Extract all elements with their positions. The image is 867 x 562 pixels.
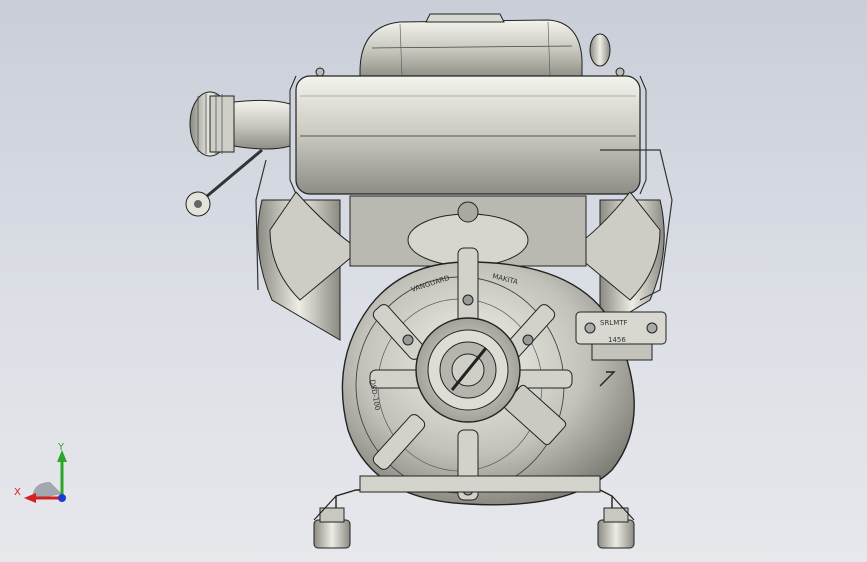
intake-snout: [189, 91, 291, 157]
base-frame: [313, 475, 635, 549]
muffler: [289, 67, 647, 195]
air-cleaner-cover: [359, 13, 611, 79]
engine-pump-model[interactable]: DSD-100 VANGUARD MAKITA SRLMTF 1456: [0, 0, 867, 562]
view-orientation-triad[interactable]: Y X: [10, 438, 80, 508]
graphics-viewport[interactable]: DSD-100 VANGUARD MAKITA SRLMTF 1456 Y X: [0, 0, 867, 562]
svg-text:SRLMTF: SRLMTF: [600, 319, 628, 327]
throttle-linkage: [185, 148, 263, 217]
x-axis-arrowhead-icon: [24, 493, 36, 503]
x-axis-label: X: [14, 487, 21, 498]
z-axis-dot-icon: [58, 494, 66, 502]
y-axis-label: Y: [57, 442, 65, 453]
svg-text:1456: 1456: [608, 336, 626, 344]
